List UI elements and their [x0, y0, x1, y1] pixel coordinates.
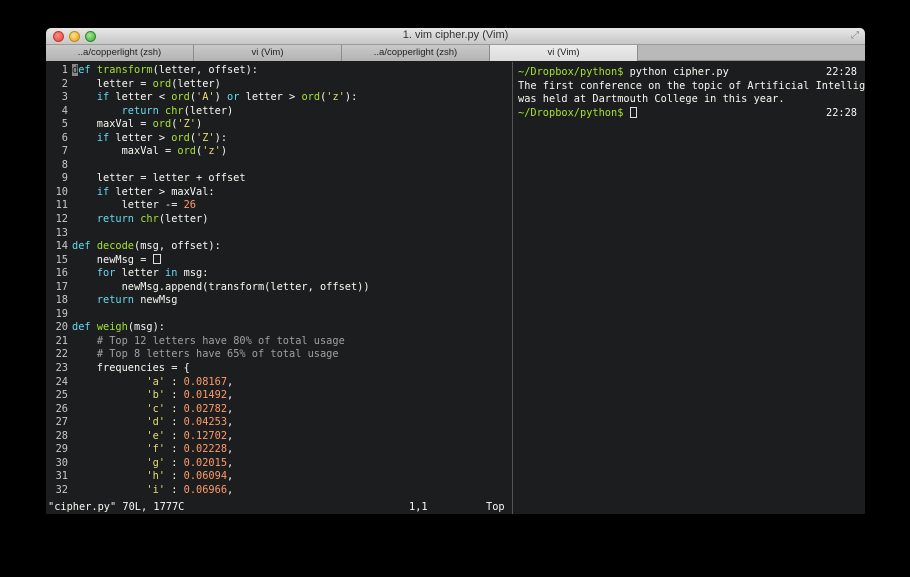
tab-zsh-2[interactable]: ..a/copperlight (zsh) [342, 45, 490, 61]
code-line: 3 if letter < ord('A') or letter > ord('… [61, 91, 358, 104]
tab-zsh-1[interactable]: ..a/copperlight (zsh) [46, 45, 194, 61]
code-line: 25 'b' : 0.01492, [55, 389, 234, 402]
prompt-time: 22:28 [826, 106, 857, 119]
code-line: 7 maxVal = ord('z') [61, 145, 228, 158]
code-line: 5 maxVal = ord('Z') [61, 118, 203, 131]
window-title: 1. vim cipher.py (Vim) [402, 29, 509, 41]
code-line: 32 'i' : 0.06966, [55, 483, 234, 496]
code-line: 4 return chr(letter) [61, 104, 234, 117]
code-line: 15 newMsg = [46, 253, 513, 268]
terminal-output[interactable]: ~/Dropbox/python$ python cipher.py 22:28 … [518, 66, 865, 121]
terminal-cursor[interactable] [629, 106, 637, 118]
code-line: 9 letter = letter + offset [61, 172, 246, 185]
code-line: 21 # Top 12 letters have 80% of total us… [55, 334, 345, 347]
code-line: 27 'd' : 0.04253, [55, 416, 234, 429]
code-line: 30 'g' : 0.02015, [55, 456, 234, 469]
prompt-time: 22:28 [826, 66, 857, 78]
code-line: 23 frequencies = { [55, 362, 190, 375]
shell-pane[interactable]: ~/Dropbox/python$ python cipher.py 22:28 … [514, 62, 865, 514]
status-cursor-position: 1,1 [409, 501, 428, 513]
code-line: 28 'e' : 0.12702, [55, 429, 234, 442]
shell-prompt: ~/Dropbox/python$ [518, 66, 624, 78]
code-line: 13 [55, 226, 68, 239]
code-line: 31 'h' : 0.06094, [55, 470, 234, 483]
tab-vim-2[interactable]: vi (Vim) [490, 45, 638, 61]
code-line: 6 if letter > ord('Z'): [61, 131, 228, 144]
code-line: 11 letter -= 26 [55, 199, 196, 212]
code-line: 14 def decode(msg, offset): [55, 240, 221, 253]
tab-vim-1[interactable]: vi (Vim) [194, 45, 342, 61]
code-line: 8 [61, 158, 68, 171]
code-line: 1 def transform(letter, offset): [61, 64, 258, 76]
vim-editor-pane[interactable]: 1 def transform(letter, offset): 2 letter… [46, 62, 513, 514]
tab-bar: ..a/copperlight (zsh) vi (Vim) ..a/coppe… [46, 45, 865, 61]
fullscreen-icon[interactable]: ⤢ [851, 30, 859, 41]
status-file-info: "cipher.py" 70L, 1777C [48, 501, 185, 513]
code-line: 17 newMsg.append(transform(letter, offse… [55, 280, 370, 293]
status-scroll-position: Top [486, 501, 505, 513]
code-line: 18 return newMsg [55, 294, 178, 307]
code-line: 26 'c' : 0.02782, [55, 402, 234, 415]
code-line: 2 letter = ord(letter) [61, 77, 221, 90]
terminal-window: 1. vim cipher.py (Vim) ⤢ ..a/copperlight… [46, 28, 865, 514]
shell-prompt: ~/Dropbox/python$ [518, 106, 624, 119]
code-line: 22 # Top 8 letters have 65% of total usa… [55, 348, 339, 361]
code-line: 24 'a' : 0.08167, [55, 375, 234, 388]
code-line: 10 if letter > maxVal: [55, 185, 215, 198]
code-line: 19 [55, 307, 68, 320]
terminal-line: was held at Dartmouth College in this ye… [518, 93, 785, 106]
code-line: 12 return chr(letter) [55, 213, 209, 226]
code-line: 16 for letter in msg: [55, 267, 209, 280]
terminal-line: The first conference on the topic of Art… [518, 79, 865, 92]
title-bar[interactable]: 1. vim cipher.py (Vim) ⤢ [46, 28, 865, 45]
vim-status-line: "cipher.py" 70L, 1777C 1,1 Top [46, 500, 513, 514]
code-area[interactable]: 1 def transform(letter, offset): 2 letter… [46, 64, 513, 498]
shell-command: python cipher.py [623, 66, 729, 78]
terminal-line: ~/Dropbox/python$ python cipher.py 22:28 [518, 66, 861, 80]
code-line: 29 'f' : 0.02228, [55, 443, 234, 456]
code-line: 20 def weigh(msg): [55, 321, 166, 334]
terminal-line: ~/Dropbox/python$ 22:28 [518, 106, 861, 121]
